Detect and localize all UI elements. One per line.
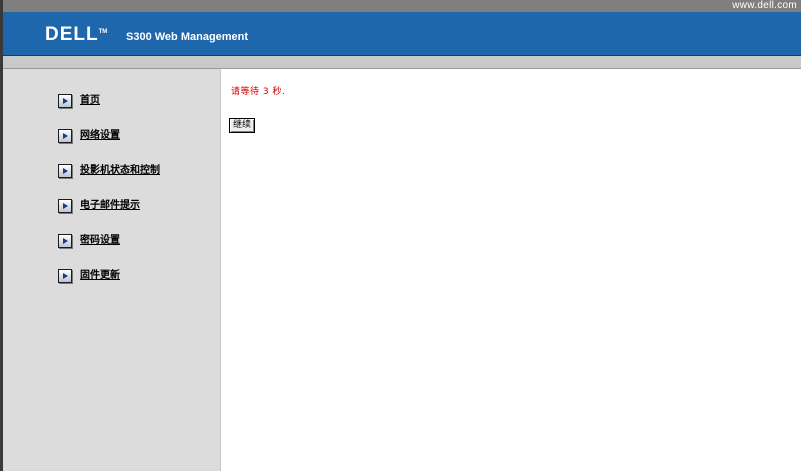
dell-logo-text: DELL [45, 24, 99, 45]
main-content: 请等待 3 秒. 继续 [221, 69, 801, 471]
arrow-right-icon[interactable] [58, 269, 72, 283]
arrow-right-icon[interactable] [58, 94, 72, 108]
page: www.dell.com DELLTM S300 Web Management … [0, 0, 801, 471]
sidebar-item-firmware-update[interactable]: 固件更新 [58, 268, 120, 284]
sidebar-item-label[interactable]: 网络设置 [80, 130, 120, 142]
header-divider-bar [3, 56, 801, 68]
arrow-right-icon[interactable] [58, 129, 72, 143]
sidebar-item-label[interactable]: 固件更新 [80, 270, 120, 282]
dell-logo: DELLTM [45, 25, 107, 44]
sidebar-item-label[interactable]: 投影机状态和控制 [80, 165, 160, 177]
arrow-right-icon[interactable] [58, 234, 72, 248]
header-banner: DELLTM S300 Web Management [3, 12, 801, 56]
app-title: S300 Web Management [126, 31, 249, 43]
continue-button[interactable]: 继续 [229, 118, 256, 133]
top-strip: www.dell.com [3, 0, 801, 12]
dell-site-link[interactable]: www.dell.com [732, 0, 797, 12]
wait-message: 请等待 3 秒. [231, 87, 286, 97]
sidebar-item-password-settings[interactable]: 密码设置 [58, 233, 120, 249]
sidebar-nav: 首页 网络设置 投影机状态和控制 电子邮件提示 密码设置 固件更新 [3, 69, 221, 471]
arrow-right-icon[interactable] [58, 199, 72, 213]
arrow-right-icon[interactable] [58, 164, 72, 178]
sidebar-item-home[interactable]: 首页 [58, 93, 100, 109]
trademark-mark: TM [98, 29, 108, 35]
sidebar-item-label[interactable]: 电子邮件提示 [80, 200, 140, 212]
sidebar-item-email-alert[interactable]: 电子邮件提示 [58, 198, 140, 214]
sidebar-item-label[interactable]: 首页 [80, 95, 100, 107]
sidebar-item-projector-status[interactable]: 投影机状态和控制 [58, 163, 160, 179]
sidebar-item-label[interactable]: 密码设置 [80, 235, 120, 247]
sidebar-item-network-settings[interactable]: 网络设置 [58, 128, 120, 144]
